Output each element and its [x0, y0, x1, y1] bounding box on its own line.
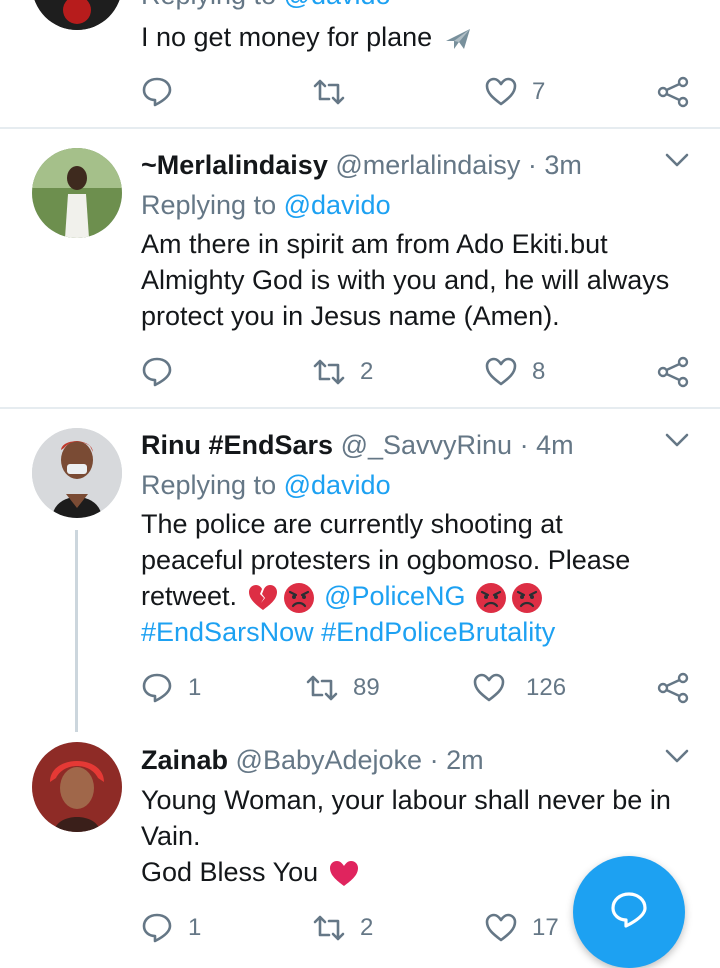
- mention-link[interactable]: @davido: [284, 0, 391, 10]
- avatar[interactable]: [32, 428, 122, 518]
- reply-icon: [142, 673, 172, 703]
- retweet-button[interactable]: 2: [312, 352, 373, 392]
- user-handle[interactable]: @BabyAdejoke: [236, 745, 423, 775]
- user-handle[interactable]: @merlalindaisy: [335, 150, 520, 180]
- like-button[interactable]: 17: [484, 908, 559, 948]
- retweet-icon: [306, 675, 338, 701]
- display-name[interactable]: Rinu #EndSars: [141, 430, 333, 460]
- angry-face-emoji: [475, 582, 507, 614]
- tweet-1[interactable]: Replying to @davido I no get money for p…: [0, 0, 720, 128]
- reply-icon: [142, 357, 172, 387]
- share-icon: [657, 356, 689, 388]
- mention-link[interactable]: @davido: [284, 470, 391, 500]
- like-icon: [485, 77, 517, 106]
- like-button[interactable]: 8: [484, 352, 545, 392]
- retweet-icon: [313, 79, 345, 105]
- action-bar: 7: [0, 72, 720, 112]
- like-button[interactable]: 126: [472, 668, 566, 708]
- display-name[interactable]: Zainab: [141, 745, 228, 775]
- mention-link[interactable]: @davido: [284, 190, 391, 220]
- reply-icon: [142, 913, 172, 943]
- share-icon: [657, 672, 689, 704]
- mention-link[interactable]: @PoliceNG: [324, 581, 465, 611]
- angry-face-emoji: [511, 582, 543, 614]
- tweet-header: ~Merlalindaisy @merlalindaisy · 3m: [141, 150, 582, 180]
- divider: [0, 407, 720, 409]
- tweet-header: Rinu #EndSars @_SavvyRinu · 4m: [141, 430, 574, 460]
- retweet-icon: [313, 915, 345, 941]
- timestamp[interactable]: 3m: [544, 150, 582, 180]
- red-heart-emoji: [328, 858, 360, 890]
- retweet-button[interactable]: [312, 72, 360, 112]
- replying-to: Replying to @davido: [141, 470, 391, 500]
- like-icon: [473, 673, 505, 702]
- reply-button[interactable]: [140, 72, 188, 112]
- share-icon: [657, 76, 689, 108]
- broken-heart-emoji: [247, 582, 279, 614]
- reply-icon: [142, 77, 172, 107]
- like-button[interactable]: 7: [484, 72, 545, 112]
- tweet-text: I no get money for plane: [141, 19, 701, 55]
- action-bar: 1 89 126: [0, 668, 720, 708]
- hashtag-links[interactable]: #EndSarsNow #EndPoliceBrutality: [141, 614, 701, 650]
- tweet-text: The police are currently shooting at pea…: [141, 506, 701, 650]
- replying-to: Replying to @davido: [141, 190, 391, 220]
- compose-icon: [611, 892, 647, 928]
- angry-face-emoji: [283, 582, 315, 614]
- compose-button[interactable]: [573, 856, 685, 968]
- share-button[interactable]: [656, 72, 690, 112]
- tweet-3[interactable]: Rinu #EndSars @_SavvyRinu · 4m Replying …: [0, 426, 720, 722]
- retweet-button[interactable]: 2: [312, 908, 373, 948]
- reply-button[interactable]: 1: [140, 668, 201, 708]
- tweet-header: Zainab @BabyAdejoke · 2m: [141, 745, 484, 775]
- replying-to: Replying to @davido: [141, 0, 391, 12]
- chevron-down-icon[interactable]: [664, 746, 690, 766]
- airplane-emoji: [442, 23, 474, 55]
- tweet-2[interactable]: ~Merlalindaisy @merlalindaisy · 3m Reply…: [0, 146, 720, 408]
- avatar[interactable]: [32, 0, 122, 30]
- user-handle[interactable]: @_SavvyRinu: [341, 430, 512, 460]
- timestamp[interactable]: 2m: [446, 745, 484, 775]
- like-icon: [485, 913, 517, 942]
- like-icon: [485, 357, 517, 386]
- share-button[interactable]: [656, 668, 690, 708]
- retweet-button[interactable]: 89: [305, 668, 380, 708]
- action-bar: 2 8: [0, 352, 720, 392]
- tweet-text: Am there in spirit am from Ado Ekiti.but…: [141, 229, 670, 331]
- timestamp[interactable]: 4m: [536, 430, 574, 460]
- display-name[interactable]: ~Merlalindaisy: [141, 150, 328, 180]
- reply-button[interactable]: 1: [140, 908, 201, 948]
- reply-button[interactable]: [140, 352, 188, 392]
- divider: [0, 127, 720, 129]
- avatar[interactable]: [32, 148, 122, 238]
- chevron-down-icon[interactable]: [664, 430, 690, 450]
- avatar[interactable]: [32, 742, 122, 832]
- share-button[interactable]: [656, 352, 690, 392]
- retweet-icon: [313, 359, 345, 385]
- chevron-down-icon[interactable]: [664, 150, 690, 170]
